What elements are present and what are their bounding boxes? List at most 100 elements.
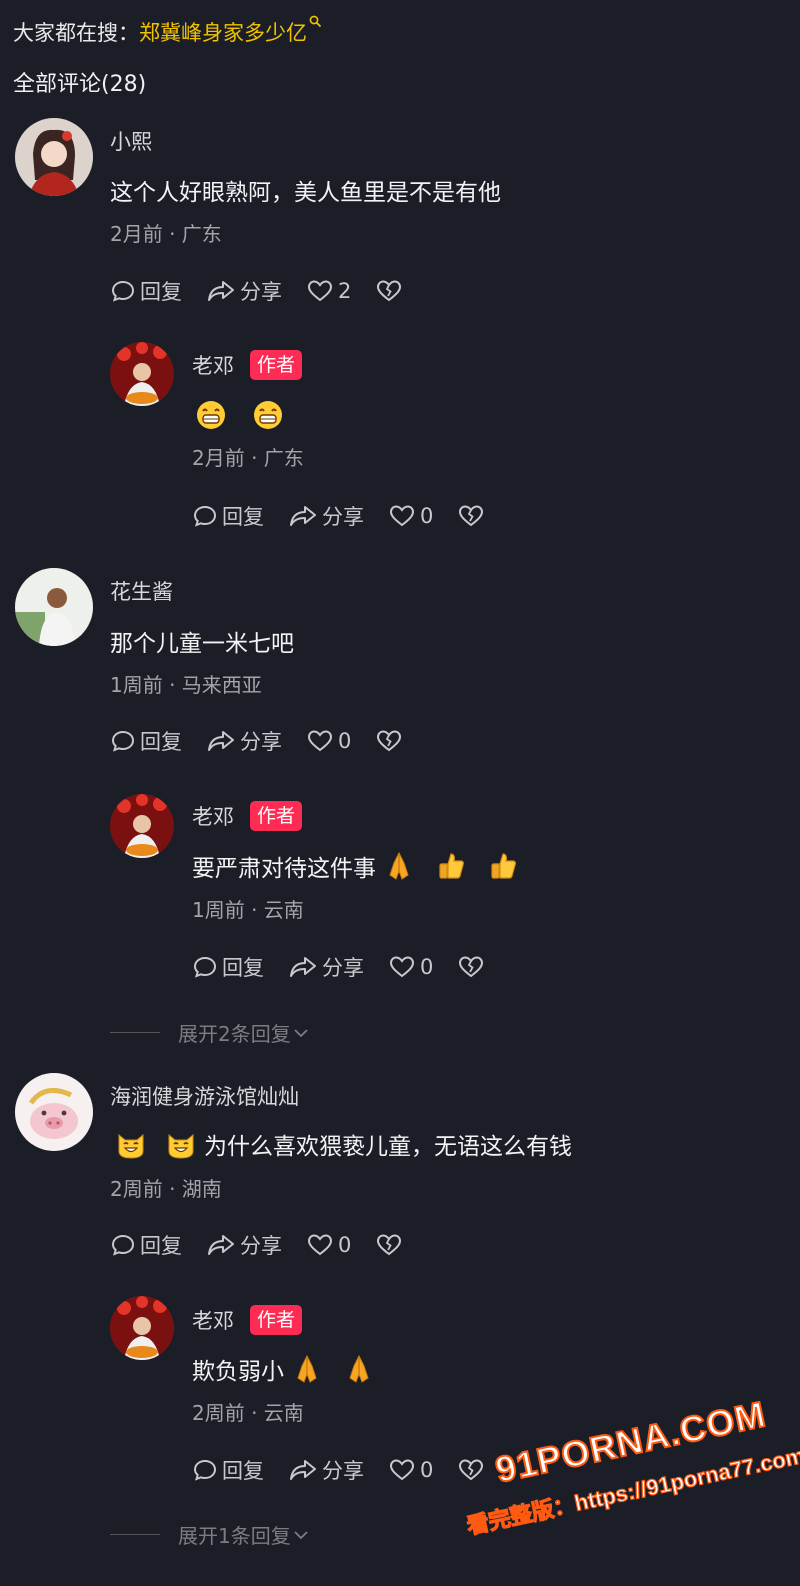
broken-heart-icon — [377, 280, 402, 302]
expand-label: 展开1条回复 — [178, 1524, 291, 1548]
like-button[interactable]: 0 — [306, 728, 351, 754]
broken-heart-icon — [377, 730, 402, 752]
share-icon — [290, 506, 316, 526]
reply-button[interactable]: 回复 — [110, 726, 182, 756]
reply-meta: 2月前 · 广东 — [192, 446, 304, 470]
reply-author-label: 老邓 — [192, 354, 234, 378]
grin-emoji-icon — [254, 401, 283, 429]
comment-actions: 回复 分享 0 — [110, 726, 431, 756]
share-button[interactable]: 分享 — [206, 1230, 282, 1260]
like-button[interactable]: 0 — [388, 1457, 433, 1483]
commenter-name[interactable]: 花生酱 — [110, 576, 173, 606]
grin-emoji-icon — [197, 401, 225, 429]
avatar[interactable] — [110, 342, 174, 406]
reply-icon — [193, 1459, 217, 1481]
avatar[interactable] — [110, 1296, 174, 1360]
divider-line — [110, 1032, 160, 1033]
search-term-link[interactable]: 郑冀峰身家多少亿 — [139, 17, 307, 47]
like-button[interactable]: 2 — [306, 278, 351, 304]
comment-meta: 2月前 · 广东 — [110, 222, 222, 246]
reply-author-name[interactable]: 老邓 作者 — [192, 801, 303, 831]
expand-replies-button[interactable]: 展开2条回复 — [110, 1018, 311, 1047]
reply-author-label: 老邓 — [192, 805, 234, 829]
like-count: 0 — [420, 504, 434, 528]
reply-author-name[interactable]: 老邓 作者 — [192, 350, 303, 380]
share-label: 分享 — [322, 1459, 364, 1483]
reply-label: 回复 — [140, 730, 182, 754]
reply-label: 回复 — [140, 280, 182, 304]
commenter-name[interactable]: 海润健身游泳馆灿灿 — [110, 1081, 299, 1111]
share-icon — [208, 731, 234, 751]
heart-icon — [389, 1459, 415, 1481]
reply-label: 回复 — [140, 1234, 182, 1258]
divider-line — [110, 1534, 160, 1535]
like-count: 0 — [338, 729, 352, 753]
reply-actions: 回复 分享 0 — [192, 501, 513, 531]
share-icon — [208, 281, 234, 301]
search-suggestion[interactable]: 大家都在搜： 郑冀峰身家多少亿 — [13, 15, 322, 48]
cat-grin-emoji-icon — [168, 1133, 194, 1159]
dislike-button[interactable] — [375, 1232, 407, 1258]
broken-heart-icon — [377, 1234, 402, 1256]
author-badge: 作者 — [250, 1305, 303, 1335]
dislike-button[interactable] — [457, 954, 489, 980]
comment-text: 为什么喜欢猥亵儿童，无语这么有钱 — [204, 1134, 572, 1160]
chevron-down-icon — [294, 1530, 308, 1539]
comment-count-title: 全部评论(28) — [13, 72, 147, 97]
comment-actions: 回复 分享 2 — [110, 276, 431, 306]
folded-hands-emoji-icon — [389, 851, 409, 880]
comment-text: 这个人好眼熟阿，美人鱼里是不是有他 — [110, 180, 501, 206]
reply-author-label: 老邓 — [192, 1309, 234, 1333]
reply-button[interactable]: 回复 — [110, 276, 182, 306]
share-button[interactable]: 分享 — [288, 501, 364, 531]
dislike-button[interactable] — [375, 278, 407, 304]
author-badge: 作者 — [250, 350, 303, 380]
reply-button[interactable]: 回复 — [192, 952, 264, 982]
reply-text-row: 欺负弱小 — [192, 1352, 382, 1386]
avatar[interactable] — [110, 794, 174, 858]
like-count: 0 — [338, 1233, 352, 1257]
reply-author-name[interactable]: 老邓 作者 — [192, 1305, 303, 1335]
like-count: 0 — [420, 955, 434, 979]
reply-button[interactable]: 回复 — [192, 501, 264, 531]
reply-text: 要严肃对待这件事 — [192, 856, 376, 882]
chevron-down-icon — [294, 1028, 308, 1037]
reply-button[interactable]: 回复 — [192, 1455, 264, 1485]
share-label: 分享 — [322, 956, 364, 980]
heart-icon — [389, 956, 415, 978]
share-label: 分享 — [240, 730, 282, 754]
heart-icon — [307, 730, 333, 752]
share-button[interactable]: 分享 — [206, 276, 282, 306]
share-icon — [208, 1235, 234, 1255]
dislike-button[interactable] — [457, 503, 489, 529]
reply-icon — [111, 280, 135, 302]
like-count: 0 — [420, 1458, 434, 1482]
expand-label: 展开2条回复 — [178, 1022, 291, 1046]
reply-icon — [193, 505, 217, 527]
thumbs-up-emoji-icon — [439, 853, 464, 879]
like-button[interactable]: 0 — [306, 1232, 351, 1258]
broken-heart-icon — [459, 505, 484, 527]
like-button[interactable]: 0 — [388, 954, 433, 980]
author-badge: 作者 — [250, 801, 303, 831]
avatar[interactable] — [15, 568, 93, 646]
expand-replies-button[interactable]: 展开1条回复 — [110, 1520, 311, 1549]
watermark: 91PORNA.COM 看完整版：https://91porna77.com — [450, 1378, 800, 1586]
folded-hands-emoji-icon — [297, 1354, 317, 1383]
share-button[interactable]: 分享 — [288, 952, 364, 982]
reply-icon — [193, 956, 217, 978]
share-button[interactable]: 分享 — [288, 1455, 364, 1485]
share-button[interactable]: 分享 — [206, 726, 282, 756]
search-prefix: 大家都在搜： — [13, 21, 139, 45]
reply-text: 欺负弱小 — [192, 1359, 284, 1385]
comment-text: 那个儿童一米七吧 — [110, 631, 294, 657]
reply-button[interactable]: 回复 — [110, 1230, 182, 1260]
comment-meta: 1周前 · 马来西亚 — [110, 673, 262, 697]
like-button[interactable]: 0 — [388, 503, 433, 529]
dislike-button[interactable] — [375, 728, 407, 754]
commenter-name[interactable]: 小熙 — [110, 126, 152, 156]
avatar[interactable] — [15, 1073, 93, 1151]
share-icon — [290, 957, 316, 977]
comment-meta: 2周前 · 湖南 — [110, 1177, 222, 1201]
avatar[interactable] — [15, 118, 93, 196]
